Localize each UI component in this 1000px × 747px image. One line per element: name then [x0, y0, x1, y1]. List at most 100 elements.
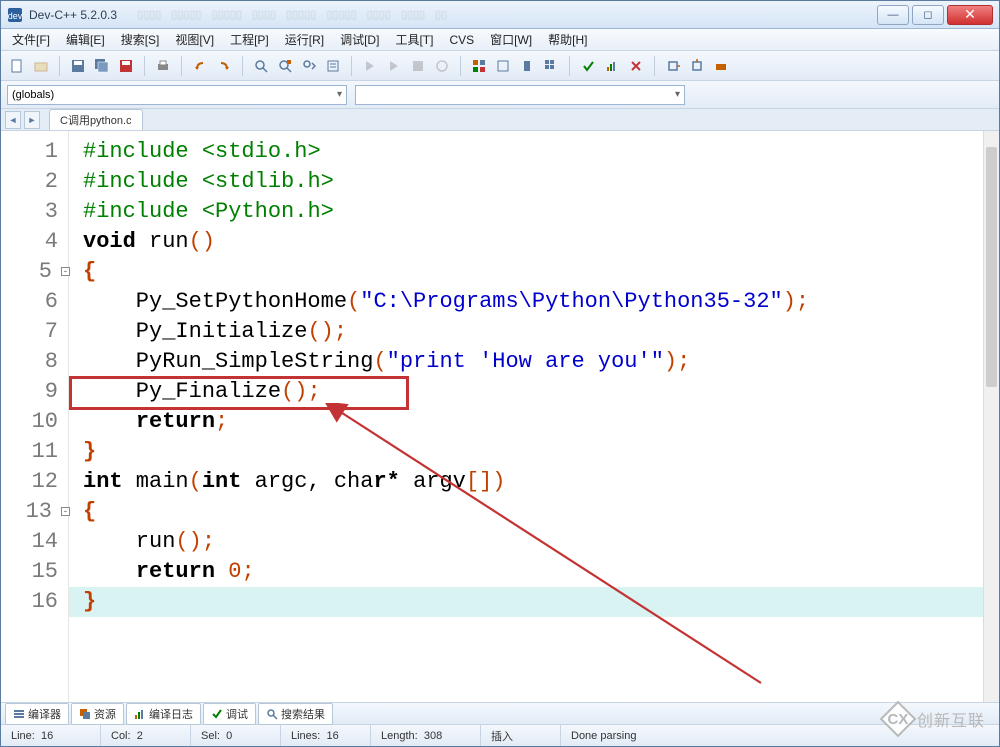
- status-length: Length: 308: [371, 725, 481, 746]
- code-line[interactable]: {: [83, 257, 999, 287]
- bottom-tab-label: 编译日志: [149, 706, 193, 722]
- find-button[interactable]: [251, 56, 271, 76]
- watermark: CX 创新互联: [885, 706, 985, 732]
- menu-item[interactable]: 文件[F]: [5, 29, 57, 50]
- menu-item[interactable]: CVS: [442, 31, 481, 49]
- background-tabs: ▯▯▯▯▯▯▯▯▯▯▯▯▯▯▯▯▯▯▯▯▯▯▯▯▯▯▯▯▯▯▯▯▯▯▯▯▯▯: [137, 8, 874, 21]
- stop-debug-button[interactable]: [626, 56, 646, 76]
- code-line[interactable]: {: [83, 497, 999, 527]
- bottom-tab-label: 搜索结果: [281, 706, 325, 722]
- status-mode: 插入: [481, 725, 561, 746]
- bottom-tab-label: 资源: [94, 706, 116, 722]
- insert-button[interactable]: [493, 56, 513, 76]
- tabbar: ◄ ► C调用python.c: [1, 109, 999, 131]
- code-line[interactable]: #include <Python.h>: [83, 197, 999, 227]
- run-button[interactable]: [384, 56, 404, 76]
- code-line[interactable]: }: [83, 437, 999, 467]
- menu-item[interactable]: 搜索[S]: [114, 29, 167, 50]
- menu-item[interactable]: 帮助[H]: [541, 29, 594, 50]
- bottom-tab[interactable]: 编译器: [5, 703, 69, 725]
- profile-button[interactable]: [602, 56, 622, 76]
- status-col: Col: 2: [101, 725, 191, 746]
- tab-next-button[interactable]: ►: [24, 111, 40, 129]
- check-icon: [211, 708, 223, 720]
- bottom-tabbar: 编译器 资源 编译日志 调试 搜索结果: [1, 703, 999, 725]
- compile-button[interactable]: [360, 56, 380, 76]
- combo-row: (globals): [1, 81, 999, 109]
- print-button[interactable]: [153, 56, 173, 76]
- code-line[interactable]: #include <stdio.h>: [83, 137, 999, 167]
- bottom-tab[interactable]: 编译日志: [126, 703, 201, 725]
- menu-item[interactable]: 调试[D]: [333, 29, 386, 50]
- code-line[interactable]: Py_Finalize();: [83, 377, 999, 407]
- menu-item[interactable]: 编辑[E]: [59, 29, 112, 50]
- debug-button[interactable]: [578, 56, 598, 76]
- code-line[interactable]: int main(int argc, char* argv[]): [83, 467, 999, 497]
- code-line[interactable]: PyRun_SimpleString("print 'How are you'"…: [83, 347, 999, 377]
- vertical-scrollbar[interactable]: [983, 131, 999, 702]
- svg-text:dev: dev: [8, 11, 23, 21]
- menu-item[interactable]: 视图[V]: [168, 29, 221, 50]
- menubar: 文件[F]编辑[E]搜索[S]视图[V]工程[P]运行[R]调试[D]工具[T]…: [1, 29, 999, 51]
- bottom-tab-label: 编译器: [28, 706, 61, 722]
- menu-item[interactable]: 工程[P]: [223, 29, 276, 50]
- save-button[interactable]: [68, 56, 88, 76]
- toolbar: [1, 51, 999, 81]
- statusbar: Line: 16 Col: 2 Sel: 0 Lines: 16 Length:…: [1, 725, 999, 746]
- undo-button[interactable]: [190, 56, 210, 76]
- code-line[interactable]: #include <stdlib.h>: [83, 167, 999, 197]
- tab-prev-button[interactable]: ◄: [5, 111, 21, 129]
- bottom-tab[interactable]: 搜索结果: [258, 703, 333, 725]
- line-gutter: 12345-678910111213-141516: [1, 131, 69, 702]
- rebuild-button[interactable]: [432, 56, 452, 76]
- save-all-button[interactable]: [92, 56, 112, 76]
- code-line[interactable]: Py_SetPythonHome("C:\Programs\Python\Pyt…: [83, 287, 999, 317]
- chart-icon: [134, 708, 146, 720]
- app-icon: dev: [7, 7, 23, 23]
- new-file-button[interactable]: [7, 56, 27, 76]
- replace-button[interactable]: [275, 56, 295, 76]
- step-into-button[interactable]: [687, 56, 707, 76]
- status-sel: Sel: 0: [191, 725, 281, 746]
- bookmark-button[interactable]: [517, 56, 537, 76]
- step-over-button[interactable]: [663, 56, 683, 76]
- save-as-button[interactable]: [116, 56, 136, 76]
- find-next-button[interactable]: [299, 56, 319, 76]
- status-line: Line: 16: [1, 725, 101, 746]
- titlebar: dev Dev-C++ 5.2.0.3 ▯▯▯▯▯▯▯▯▯▯▯▯▯▯▯▯▯▯▯▯…: [1, 1, 999, 29]
- redo-button[interactable]: [214, 56, 234, 76]
- step-out-button[interactable]: [711, 56, 731, 76]
- minimize-button[interactable]: —: [877, 5, 909, 25]
- new-project-button[interactable]: [469, 56, 489, 76]
- menu-item[interactable]: 窗口[W]: [483, 29, 539, 50]
- menu-item[interactable]: 工具[T]: [388, 29, 440, 50]
- code-line[interactable]: Py_Initialize();: [83, 317, 999, 347]
- bottom-tab[interactable]: 调试: [203, 703, 256, 725]
- goto-line-button[interactable]: [323, 56, 343, 76]
- code-line[interactable]: run();: [83, 527, 999, 557]
- scope-combo[interactable]: (globals): [7, 85, 347, 105]
- member-combo[interactable]: [355, 85, 685, 105]
- bottom-tab[interactable]: 资源: [71, 703, 124, 725]
- code-line[interactable]: return 0;: [83, 557, 999, 587]
- editor-area[interactable]: 12345-678910111213-141516 #include <stdi…: [1, 131, 999, 703]
- code-line[interactable]: }: [83, 587, 999, 617]
- code-line[interactable]: void run(): [83, 227, 999, 257]
- compile-run-button[interactable]: [408, 56, 428, 76]
- list-icon: [13, 708, 25, 720]
- status-lines: Lines: 16: [281, 725, 371, 746]
- app-window: dev Dev-C++ 5.2.0.3 ▯▯▯▯▯▯▯▯▯▯▯▯▯▯▯▯▯▯▯▯…: [0, 0, 1000, 747]
- close-button[interactable]: ✕: [947, 5, 993, 25]
- code-line[interactable]: return;: [83, 407, 999, 437]
- window-buttons: — ◻ ✕: [874, 5, 993, 25]
- search-icon: [266, 708, 278, 720]
- stack-icon: [79, 708, 91, 720]
- bottom-tab-label: 调试: [226, 706, 248, 722]
- window-title: Dev-C++ 5.2.0.3: [29, 8, 117, 22]
- code-area[interactable]: #include <stdio.h>#include <stdlib.h>#in…: [69, 131, 999, 702]
- file-tab[interactable]: C调用python.c: [49, 109, 143, 130]
- maximize-button[interactable]: ◻: [912, 5, 944, 25]
- open-file-button[interactable]: [31, 56, 51, 76]
- grid-button[interactable]: [541, 56, 561, 76]
- menu-item[interactable]: 运行[R]: [278, 29, 331, 50]
